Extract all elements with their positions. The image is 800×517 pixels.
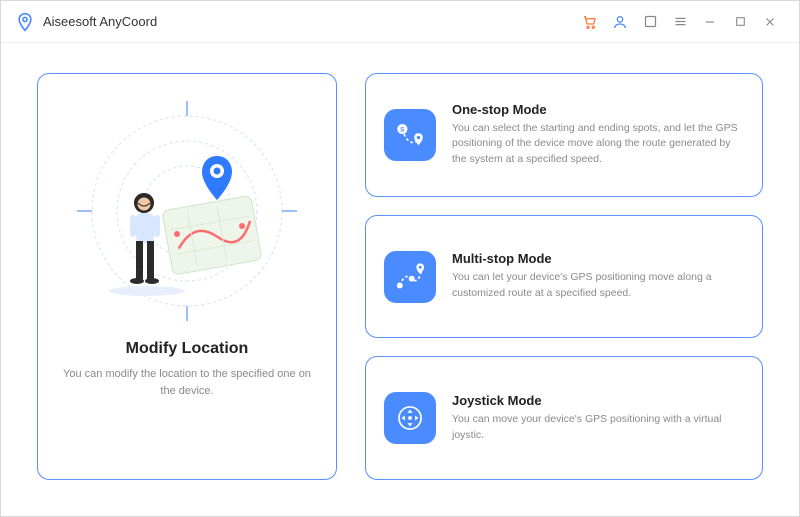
app-title: Aiseesoft AnyCoord — [43, 14, 157, 29]
minimize-button[interactable] — [695, 7, 725, 37]
one-stop-desc: You can select the starting and ending s… — [452, 121, 744, 168]
modes-column: S One-stop Mode You can select the start… — [365, 73, 763, 480]
joystick-icon — [384, 392, 436, 444]
one-stop-icon: S — [384, 109, 436, 161]
multi-stop-text: Multi-stop Mode You can let your device'… — [452, 251, 744, 302]
multi-stop-icon — [384, 251, 436, 303]
app-logo-icon — [15, 12, 35, 32]
app-window: Aiseesoft AnyCoord — [0, 0, 800, 517]
user-button[interactable] — [605, 7, 635, 37]
main-content: Modify Location You can modify the locat… — [1, 43, 799, 516]
close-button[interactable] — [755, 7, 785, 37]
modify-location-title: Modify Location — [126, 340, 249, 358]
one-stop-mode-card[interactable]: S One-stop Mode You can select the start… — [365, 73, 763, 197]
minimize-icon — [703, 15, 717, 29]
joystick-desc: You can move your device's GPS positioni… — [452, 412, 744, 444]
one-stop-title: One-stop Mode — [452, 102, 744, 117]
multi-stop-mode-card[interactable]: Multi-stop Mode You can let your device'… — [365, 215, 763, 339]
menu-icon — [673, 14, 688, 29]
feedback-button[interactable] — [635, 7, 665, 37]
modify-location-desc: You can modify the location to the speci… — [56, 366, 318, 399]
user-icon — [612, 14, 628, 30]
cart-icon — [582, 14, 598, 30]
joystick-text: Joystick Mode You can move your device's… — [452, 393, 744, 444]
titlebar: Aiseesoft AnyCoord — [1, 1, 799, 43]
maximize-icon — [734, 15, 747, 28]
cart-button[interactable] — [575, 7, 605, 37]
modify-location-illustration — [72, 96, 302, 326]
svg-text:S: S — [400, 126, 405, 133]
joystick-title: Joystick Mode — [452, 393, 744, 408]
one-stop-text: One-stop Mode You can select the startin… — [452, 102, 744, 168]
multi-stop-desc: You can let your device's GPS positionin… — [452, 270, 744, 302]
menu-button[interactable] — [665, 7, 695, 37]
maximize-button[interactable] — [725, 7, 755, 37]
close-icon — [763, 15, 777, 29]
square-icon — [643, 14, 658, 29]
joystick-mode-card[interactable]: Joystick Mode You can move your device's… — [365, 356, 763, 480]
modify-location-card[interactable]: Modify Location You can modify the locat… — [37, 73, 337, 480]
multi-stop-title: Multi-stop Mode — [452, 251, 744, 266]
